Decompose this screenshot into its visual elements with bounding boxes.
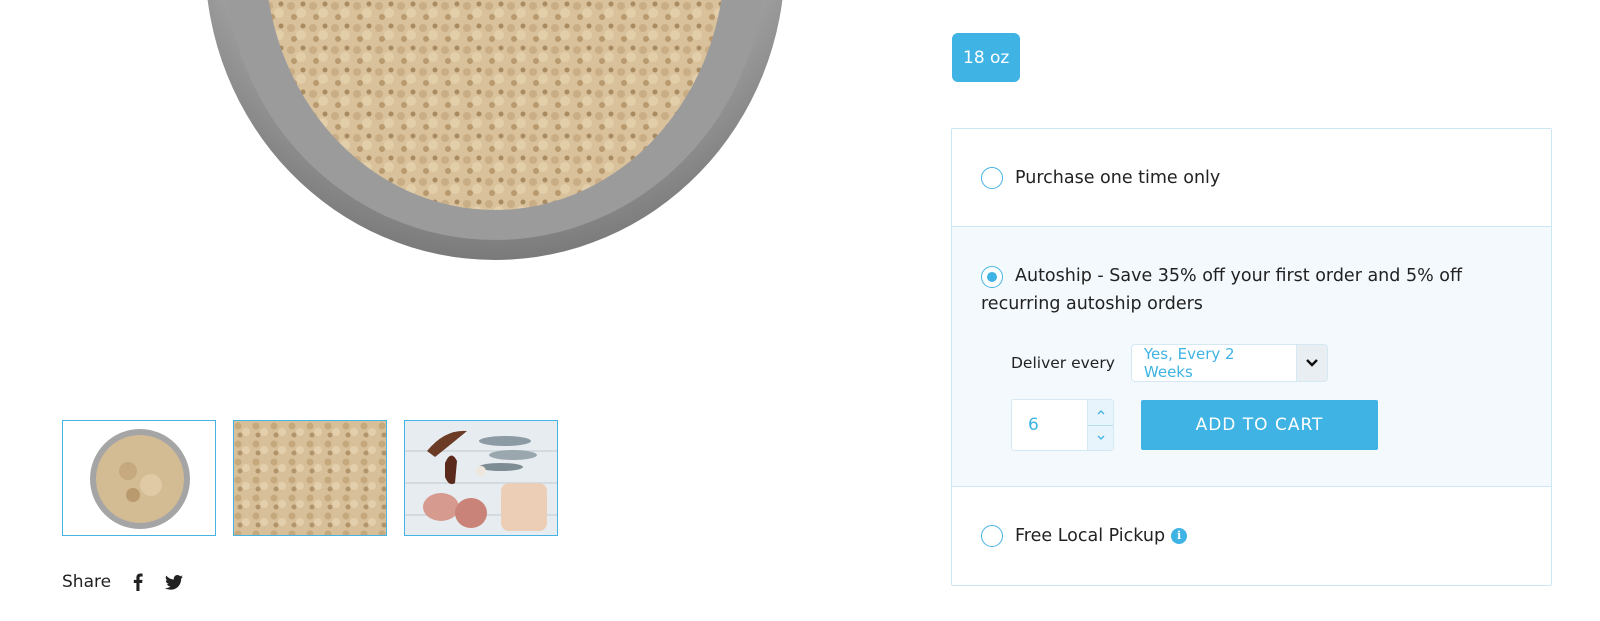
share-bar: Share [62,572,201,592]
thumbnail-ingredients[interactable] [404,420,558,536]
thumbnail-strip [62,420,558,536]
info-icon[interactable]: i [1171,528,1188,544]
twitter-icon[interactable] [165,573,184,591]
option-one-time[interactable]: Purchase one time only [952,129,1551,227]
thumbnail-closeup[interactable] [233,420,387,536]
thumbnail-bowl[interactable] [62,420,216,536]
add-to-cart-row: 6 ADD TO CART [1011,399,1378,451]
size-option-button[interactable]: 18 oz [952,33,1021,82]
one-time-radio[interactable] [981,167,1003,189]
add-to-cart-button[interactable]: ADD TO CART [1141,400,1378,450]
pickup-label-wrap: Free Local Pickup i [1015,522,1188,550]
pickup-label: Free Local Pickup [1015,526,1166,546]
deliver-frequency-value: Yes, Every 2 Weeks [1143,345,1235,381]
deliver-every-label: Deliver every [1011,354,1115,372]
one-time-label: Purchase one time only [1015,168,1221,188]
purchase-options: Purchase one time only Autoship - Save 3… [951,128,1552,586]
quantity-input[interactable]: 6 [1012,400,1087,450]
deliver-frequency-select[interactable]: Yes, Every 2 Weeks [1130,344,1328,382]
deliver-every-row: Deliver every Yes, Every 2 Weeks [1011,344,1328,382]
quantity-stepper[interactable]: 6 [1011,399,1114,451]
chevron-up-icon[interactable] [1088,400,1113,426]
facebook-icon[interactable] [129,573,147,591]
share-label: Share [62,572,112,592]
quantity-steps [1087,400,1113,450]
main-product-image [0,0,900,400]
chevron-down-icon[interactable] [1295,345,1327,381]
pickup-radio[interactable] [981,525,1003,547]
option-local-pickup[interactable]: Free Local Pickup i [952,487,1551,585]
autoship-label: Autoship - Save 35% off your first order… [981,266,1463,314]
chevron-down-small-icon[interactable] [1088,426,1113,451]
option-autoship[interactable]: Autoship - Save 35% off your first order… [952,227,1551,487]
